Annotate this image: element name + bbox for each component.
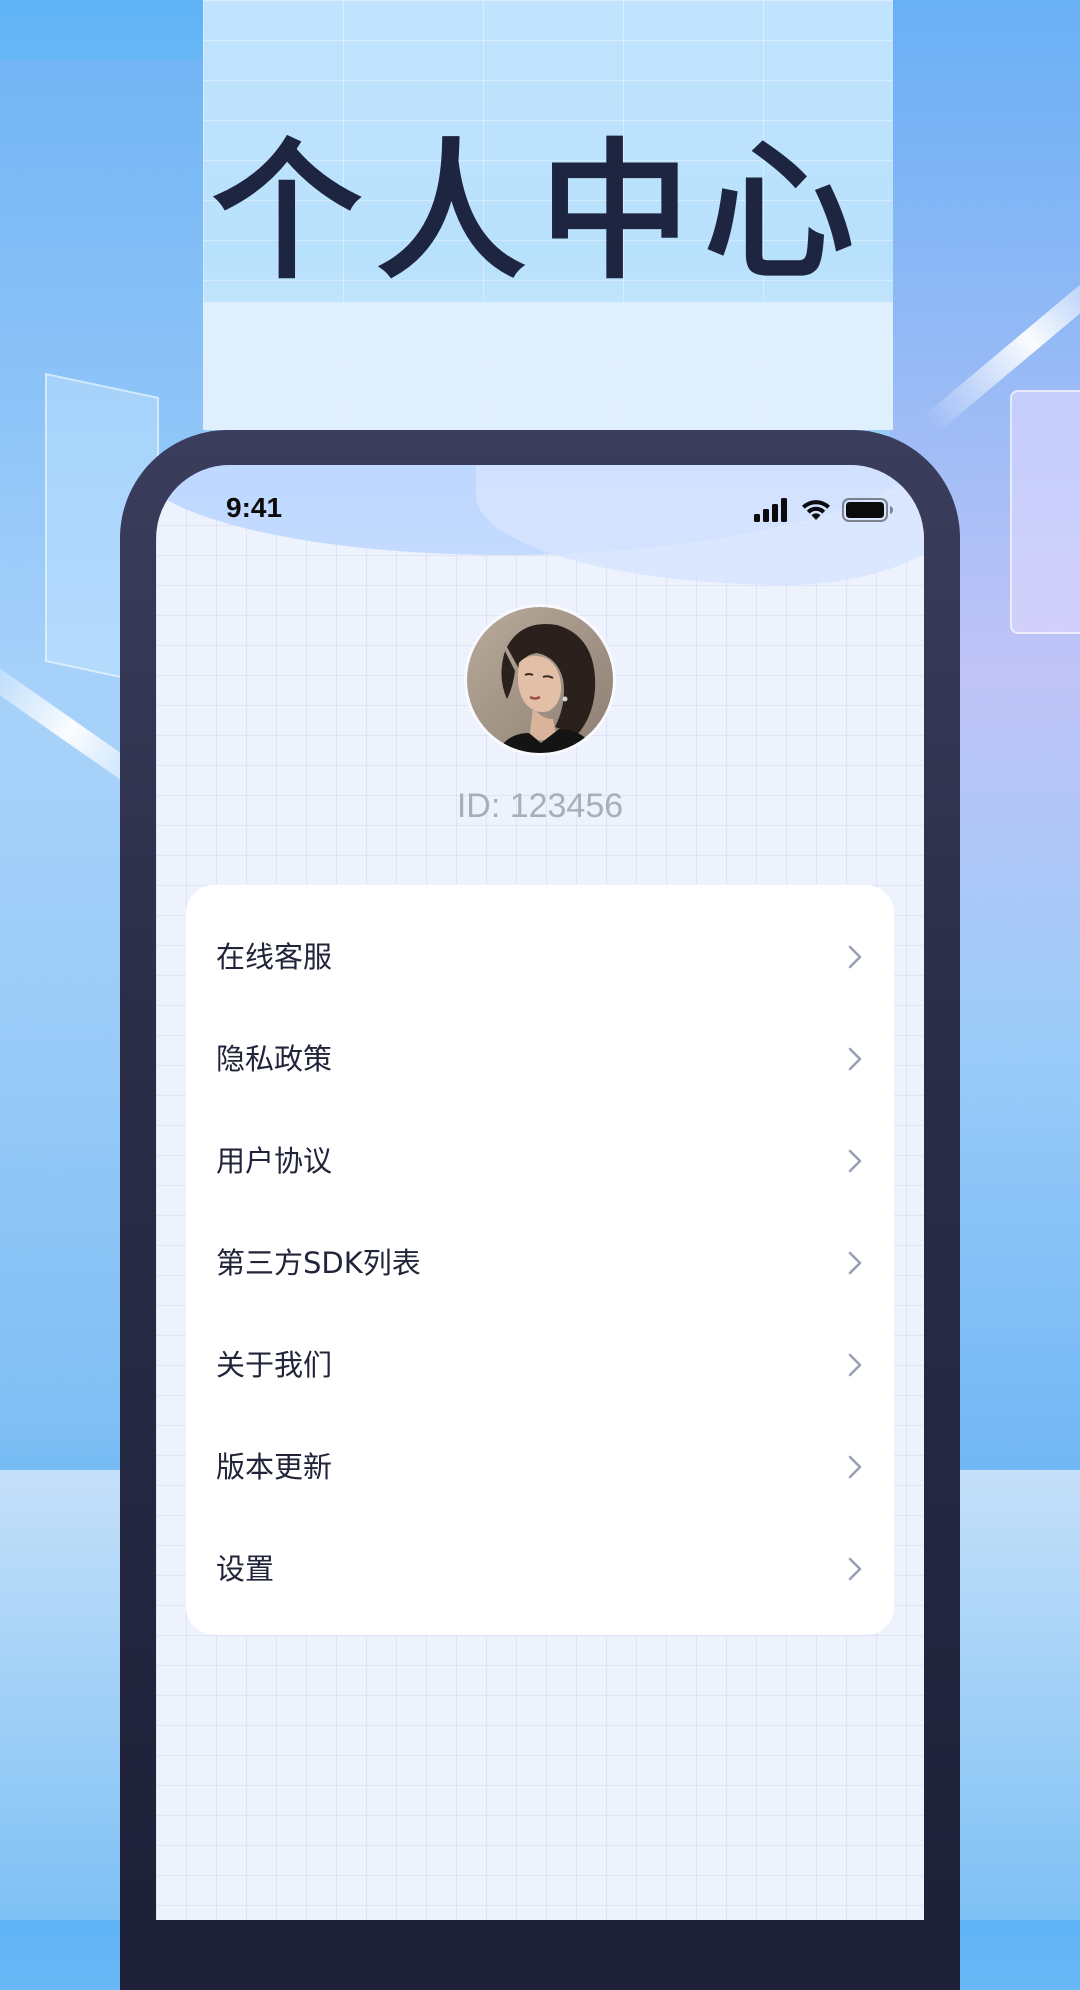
user-avatar-photo (467, 607, 613, 753)
menu-item-label: 第三方SDK列表 (216, 1246, 421, 1280)
menu-item-label: 用户协议 (216, 1144, 333, 1178)
chevron-right-icon (848, 1251, 862, 1275)
chevron-right-icon (848, 1353, 862, 1377)
menu-item-label: 在线客服 (216, 940, 333, 974)
chevron-right-icon (848, 1455, 862, 1479)
background-glass-panel-right (1010, 390, 1080, 634)
menu-item-version-update[interactable]: 版本更新 (186, 1416, 894, 1518)
status-time: 9:41 (226, 492, 283, 523)
cellular-signal-icon (754, 498, 787, 522)
avatar[interactable] (467, 607, 613, 753)
menu-card: 在线客服 隐私政策 用户协议 第三方SDK列表 关于我们 版本更新 设置 (186, 885, 894, 1635)
menu-item-online-support[interactable]: 在线客服 (186, 906, 894, 1008)
promo-headline: 个人中心 (211, 126, 868, 300)
menu-item-label: 隐私政策 (216, 1042, 333, 1076)
wifi-icon (802, 500, 830, 520)
chevron-right-icon (848, 1149, 862, 1173)
menu-item-label: 设置 (216, 1552, 275, 1586)
menu-item-label: 关于我们 (216, 1348, 333, 1382)
menu-item-settings[interactable]: 设置 (186, 1518, 894, 1620)
menu-item-privacy-policy[interactable]: 隐私政策 (186, 1008, 894, 1110)
user-id: ID: 123456 (456, 787, 624, 825)
status-icons (754, 495, 894, 525)
phone-screen: 9:41 ID: 123456 在线客服 隐私政策 用户协议 第三方SDK列表 … (156, 465, 924, 1920)
menu-item-user-agreement[interactable]: 用户协议 (186, 1110, 894, 1212)
battery-icon (842, 498, 893, 522)
menu-item-label: 版本更新 (216, 1450, 333, 1484)
chevron-right-icon (848, 1047, 862, 1071)
chevron-right-icon (848, 945, 862, 969)
status-bar: 9:41 (156, 465, 924, 555)
menu-item-third-party-sdk-list[interactable]: 第三方SDK列表 (186, 1212, 894, 1314)
chevron-right-icon (848, 1557, 862, 1581)
menu-item-about-us[interactable]: 关于我们 (186, 1314, 894, 1416)
